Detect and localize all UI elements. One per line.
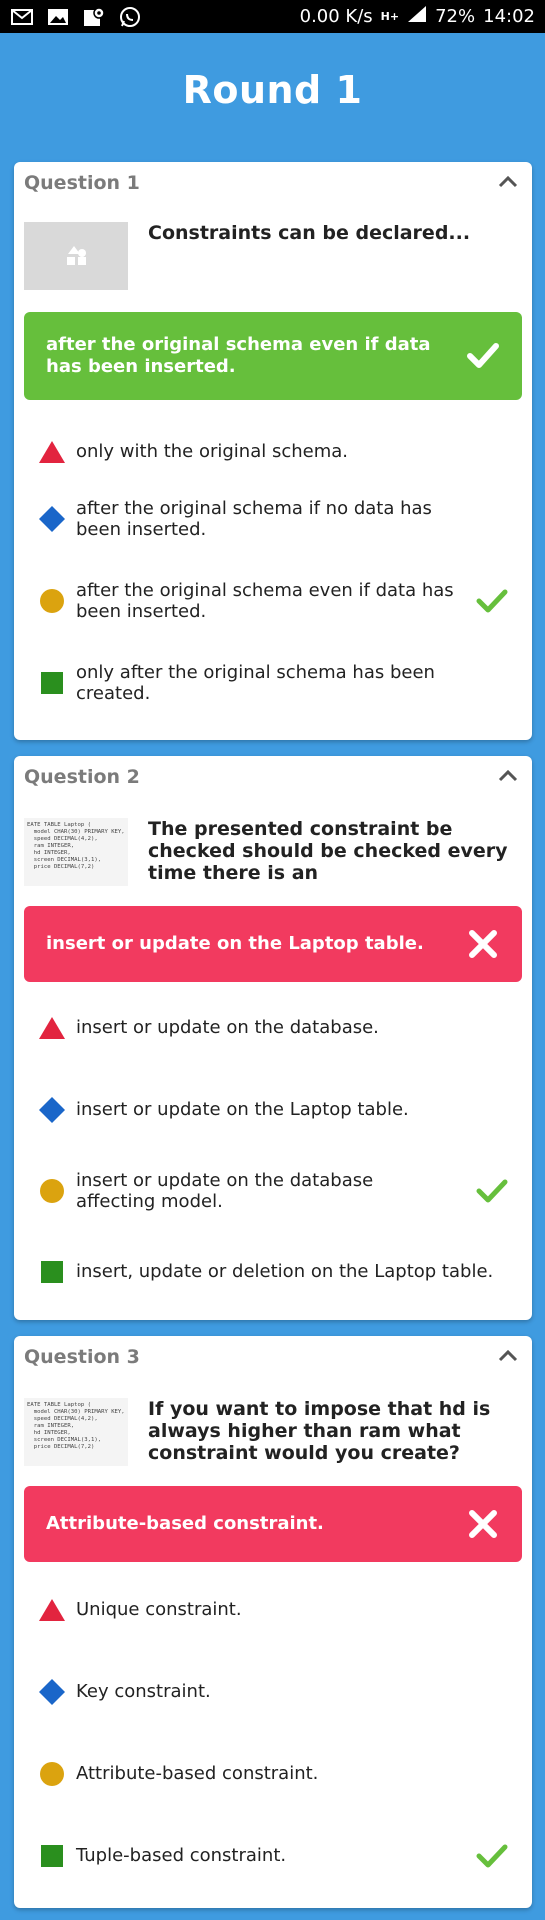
yellow-circle-icon	[40, 1179, 64, 1203]
blue-diamond-icon	[39, 1679, 65, 1705]
selected-answer-text: Attribute-based constraint.	[46, 1513, 324, 1534]
placeholder-shapes-icon	[67, 246, 86, 265]
network-type: H+	[380, 10, 400, 23]
option-text: Unique constraint.	[76, 1599, 242, 1620]
green-square-icon	[41, 672, 63, 694]
option-2: Key constraint.	[24, 1664, 522, 1720]
option-text: only after the original schema has been …	[76, 662, 435, 704]
selected-answer: Attribute-based constraint.	[24, 1486, 522, 1562]
question-code-image: EATE TABLE Laptop ( model CHAR(30) PRIMA…	[24, 818, 128, 886]
selected-answer-text: insert or update on the Laptop table.	[46, 933, 424, 954]
yellow-circle-icon	[40, 589, 64, 613]
option-3: Attribute-based constraint.	[24, 1746, 522, 1802]
option-4: Tuple-based constraint.	[24, 1828, 522, 1884]
yellow-circle-icon	[40, 1762, 64, 1786]
red-triangle-icon	[39, 441, 65, 463]
whatsapp-icon	[118, 6, 142, 27]
question-code-image: EATE TABLE Laptop ( model CHAR(30) PRIMA…	[24, 1398, 128, 1466]
selected-answer: after the original schema even if data h…	[24, 312, 522, 400]
cross-icon	[469, 930, 497, 958]
option-text: after the original schema if no data has…	[76, 498, 432, 540]
battery-level: 72%	[435, 6, 476, 27]
option-text: Key constraint.	[76, 1681, 211, 1702]
option-1: Unique constraint.	[24, 1582, 522, 1638]
question-image	[24, 222, 128, 290]
selected-answer: insert or update on the Laptop table.	[24, 906, 522, 982]
option-1: only with the original schema.	[24, 426, 522, 478]
blue-diamond-icon	[39, 506, 65, 532]
red-triangle-icon	[39, 1599, 65, 1621]
gmail-icon	[10, 7, 34, 27]
blue-diamond-icon	[39, 1097, 65, 1123]
option-text: after the original schema even if data h…	[76, 580, 454, 622]
option-2: after the original schema if no data has…	[24, 484, 522, 554]
option-3: after the original schema even if data h…	[24, 566, 522, 636]
question-header: Question 2	[24, 766, 140, 788]
option-text: insert or update on the database affecti…	[76, 1170, 374, 1212]
green-square-icon	[41, 1261, 63, 1283]
option-4: only after the original schema has been …	[24, 648, 522, 718]
chevron-up-icon[interactable]	[498, 768, 518, 782]
chevron-up-icon[interactable]	[498, 1348, 518, 1362]
image-icon	[46, 7, 70, 27]
option-text: Tuple-based constraint.	[76, 1845, 287, 1866]
correct-check-icon	[476, 1844, 508, 1868]
correct-check-icon	[476, 589, 508, 613]
question-card-2: Question 2 EATE TABLE Laptop ( model CHA…	[14, 756, 532, 1320]
page-title: Round 1	[182, 68, 363, 112]
checkmark-icon	[467, 343, 499, 368]
network-speed: 0.00 K/s	[299, 6, 373, 27]
option-text: insert or update on the Laptop table.	[76, 1099, 409, 1120]
question-text: Constraints can be declared...	[148, 222, 471, 244]
option-text: insert, update or deletion on the Laptop…	[76, 1261, 494, 1282]
option-text: only with the original schema.	[76, 441, 349, 462]
option-3: insert or update on the database affecti…	[24, 1156, 522, 1226]
green-square-icon	[41, 1845, 63, 1867]
question-text: If you want to impose that hd is always …	[148, 1398, 491, 1464]
question-text: The presented constraint be checked shou…	[148, 818, 508, 884]
selected-answer-text: after the original schema even if data h…	[46, 334, 431, 377]
cross-icon	[469, 1510, 497, 1538]
option-text: Attribute-based constraint.	[76, 1763, 319, 1784]
correct-check-icon	[476, 1179, 508, 1203]
chevron-up-icon[interactable]	[498, 174, 518, 188]
maps-icon	[82, 6, 106, 27]
signal-icon	[407, 5, 427, 28]
option-2: insert or update on the Laptop table.	[24, 1080, 522, 1140]
status-bar: 0.00 K/s H+ 72% 14:02	[0, 0, 545, 33]
question-card-3: Question 3 EATE TABLE Laptop ( model CHA…	[14, 1336, 532, 1908]
question-card-1: Question 1 Constraints can be declared..…	[14, 162, 532, 740]
option-1: insert or update on the database.	[24, 998, 522, 1058]
question-header: Question 1	[24, 172, 140, 194]
clock: 14:02	[483, 6, 535, 27]
option-text: insert or update on the database.	[76, 1017, 379, 1038]
question-header: Question 3	[24, 1346, 140, 1368]
red-triangle-icon	[39, 1017, 65, 1039]
option-4: insert, update or deletion on the Laptop…	[24, 1244, 522, 1300]
